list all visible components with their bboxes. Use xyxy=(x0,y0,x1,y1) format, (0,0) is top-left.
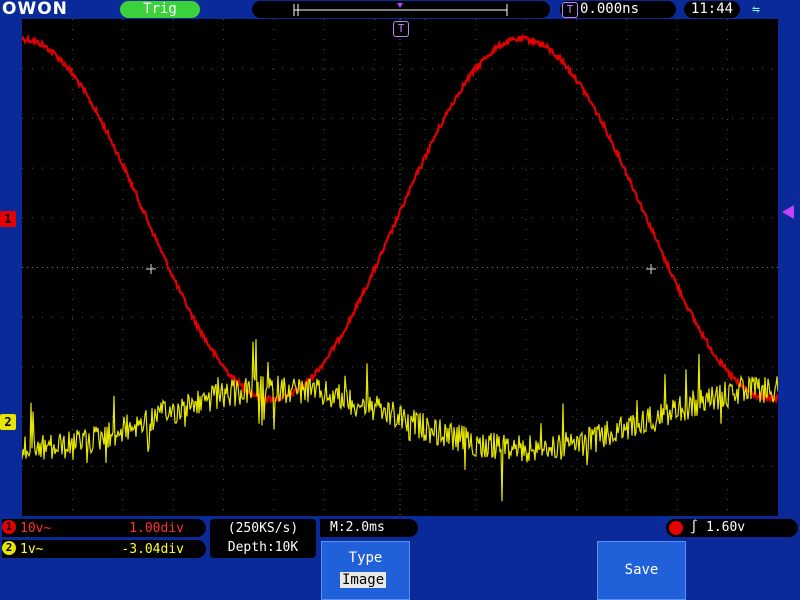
horizontal-offset-readout: T 0.000ns xyxy=(560,1,676,18)
ch1-badge-icon: 1 xyxy=(2,520,16,534)
trigger-status-badge: Trig xyxy=(120,1,200,18)
trigger-position-marker-icon[interactable]: T xyxy=(393,21,409,37)
trigger-info: ∫ 1.60v xyxy=(666,519,798,537)
ch2-offset: -3.04div xyxy=(121,542,184,557)
ch2-scale: 1v~ xyxy=(20,542,44,557)
clock: 11:44 xyxy=(684,1,740,18)
ch2-badge-icon: 2 xyxy=(2,541,16,555)
memory-window-icon xyxy=(293,3,508,16)
waveform-graticule xyxy=(21,19,779,516)
ch1-waveform xyxy=(21,33,779,405)
ch2-info: 2 1v~ -3.04div xyxy=(2,540,206,558)
type-label: Type xyxy=(348,550,383,566)
type-menu-button[interactable]: Type Image xyxy=(321,541,410,600)
time-offset-value: 0.000ns xyxy=(580,1,640,17)
usb-icon: ⇋ xyxy=(752,2,760,17)
ch2-position-marker[interactable]: 2 xyxy=(0,414,16,430)
timebase-readout: M:2.0ms xyxy=(320,519,418,537)
memory-position-bar xyxy=(252,1,550,18)
type-value: Image xyxy=(340,572,387,588)
brand-logo: OWON xyxy=(2,0,68,19)
trigger-level: 1.60v xyxy=(706,520,746,535)
waveform-display xyxy=(21,19,779,516)
ch2-waveform xyxy=(21,339,779,502)
ch1-scale: 10v~ xyxy=(20,521,52,536)
ch1-info: 1 10v~ 1.00div xyxy=(2,519,206,537)
trigger-level-marker-icon[interactable] xyxy=(782,205,794,219)
ch1-position-marker[interactable]: 1 xyxy=(0,211,16,227)
save-button[interactable]: Save xyxy=(597,541,686,600)
acquisition-info: (250KS/s) Depth:10K xyxy=(210,519,316,558)
trigger-time-icon: T xyxy=(562,2,578,18)
rising-edge-icon: ∫ xyxy=(690,520,698,535)
ch1-offset: 1.00div xyxy=(129,521,184,536)
trigger-source-icon xyxy=(669,521,683,535)
sample-rate: (250KS/s) xyxy=(227,521,299,536)
memory-depth: Depth:10K xyxy=(227,540,299,555)
